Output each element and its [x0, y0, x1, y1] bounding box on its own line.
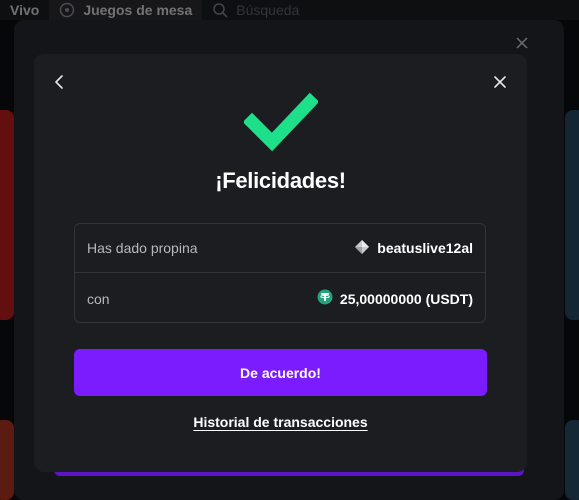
- tip-recipient-value: beatuslive12al: [354, 239, 473, 258]
- tip-amount-value: 25,00000000 (USDT): [317, 289, 473, 308]
- tip-details-card: Has dado propina beatuslive12al con 25,0…: [74, 223, 486, 323]
- tip-amount-row: con 25,00000000 (USDT): [75, 274, 485, 323]
- tip-recipient-row: Has dado propina beatuslive12al: [75, 224, 485, 273]
- confirm-button[interactable]: De acuerdo!: [74, 349, 487, 396]
- close-icon[interactable]: [513, 34, 531, 52]
- recipient-username: beatuslive12al: [377, 240, 473, 256]
- back-button[interactable]: [50, 74, 70, 94]
- transaction-history-link[interactable]: Historial de transacciones: [34, 414, 527, 430]
- diamond-icon: [354, 239, 370, 258]
- modal-title: ¡Felicidades!: [215, 168, 346, 193]
- tether-icon: [317, 289, 333, 308]
- checkmark-icon: [242, 92, 320, 159]
- tip-recipient-label: Has dado propina: [87, 240, 198, 256]
- chevron-left-icon: [53, 74, 67, 95]
- tip-amount-text: 25,00000000 (USDT): [339, 290, 473, 307]
- close-icon: [492, 74, 508, 95]
- tip-amount-label: con: [87, 290, 110, 307]
- close-button[interactable]: [490, 74, 510, 94]
- tip-success-modal: ¡Felicidades! Has dado propina beatusliv…: [34, 54, 527, 472]
